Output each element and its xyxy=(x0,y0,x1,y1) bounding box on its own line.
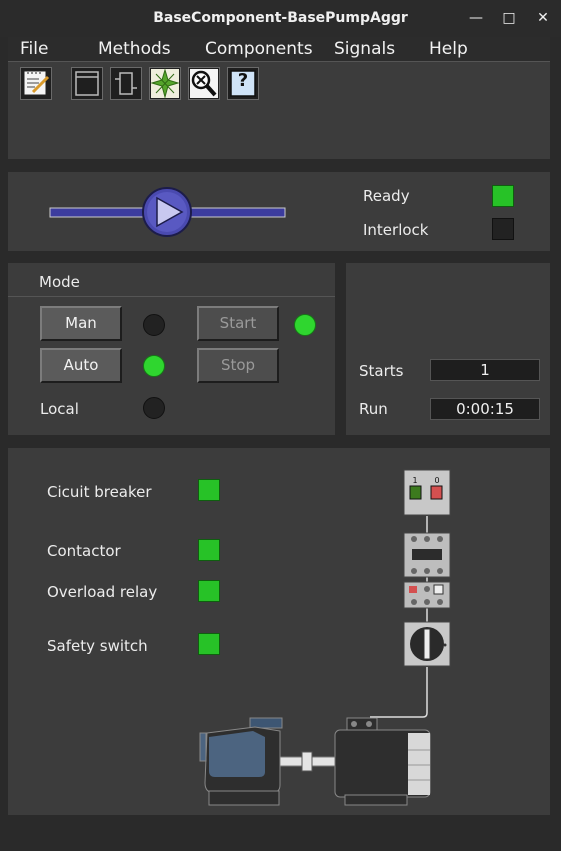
overload-relay-label: Overload relay xyxy=(47,583,158,601)
man-button[interactable]: Man xyxy=(40,306,122,341)
man-indicator xyxy=(143,314,165,336)
start-button[interactable]: Start xyxy=(197,306,279,341)
component-button[interactable] xyxy=(110,67,142,100)
motor-icon xyxy=(334,717,431,806)
magnifier-x-icon xyxy=(190,69,218,98)
running-indicator xyxy=(294,314,316,336)
circuit-breaker-icon xyxy=(403,469,451,516)
menu-signals[interactable]: Signals xyxy=(334,39,395,59)
interlock-label: Interlock xyxy=(363,221,429,239)
local-label: Local xyxy=(40,400,79,418)
help-button[interactable]: ? xyxy=(227,67,259,100)
interlock-indicator xyxy=(492,218,514,240)
notepad-button[interactable] xyxy=(20,67,52,100)
mode-title: Mode xyxy=(39,273,80,291)
local-indicator xyxy=(143,397,165,419)
pump-icon xyxy=(199,717,283,806)
breaker-off-label: 0 xyxy=(434,476,439,485)
coupling-icon xyxy=(279,751,336,772)
contactor-label: Contactor xyxy=(47,542,121,560)
close-button[interactable]: ✕ xyxy=(533,8,553,28)
contactor-icon xyxy=(403,532,451,578)
safety-switch-label: Safety switch xyxy=(47,637,148,655)
help-glyph: ? xyxy=(237,70,249,91)
crossover-button[interactable] xyxy=(149,67,181,100)
circuit-breaker-label: Cicuit breaker xyxy=(47,483,152,501)
starts-value: 1 xyxy=(430,359,540,381)
minimize-button[interactable]: — xyxy=(466,8,486,28)
auto-indicator xyxy=(143,355,165,377)
stop-button[interactable]: Stop xyxy=(197,348,279,383)
run-label: Run xyxy=(359,400,388,418)
pump-circuit-diagram: 1 0 xyxy=(199,469,451,806)
search-button[interactable] xyxy=(188,67,220,100)
run-time-value: 0:00:15 xyxy=(430,398,540,420)
window-button[interactable] xyxy=(71,67,103,100)
menu-help[interactable]: Help xyxy=(429,39,468,59)
component-icon xyxy=(115,72,137,95)
safety-switch-icon xyxy=(403,621,451,667)
pump-slider[interactable] xyxy=(40,183,295,241)
menu-methods[interactable]: Methods xyxy=(98,39,171,59)
menu-components[interactable]: Components xyxy=(205,39,313,59)
crossover-star-icon xyxy=(150,68,180,99)
ready-indicator xyxy=(492,185,514,207)
overload-relay-icon xyxy=(403,581,451,609)
ready-label: Ready xyxy=(363,187,410,205)
starts-label: Starts xyxy=(359,362,404,380)
window-icon xyxy=(75,71,99,96)
auto-button[interactable]: Auto xyxy=(40,348,122,383)
breaker-on-label: 1 xyxy=(412,476,417,485)
mode-divider xyxy=(8,296,335,297)
maximize-button[interactable]: □ xyxy=(499,8,519,28)
notepad-icon xyxy=(23,70,50,96)
menu-file[interactable]: File xyxy=(20,39,48,59)
